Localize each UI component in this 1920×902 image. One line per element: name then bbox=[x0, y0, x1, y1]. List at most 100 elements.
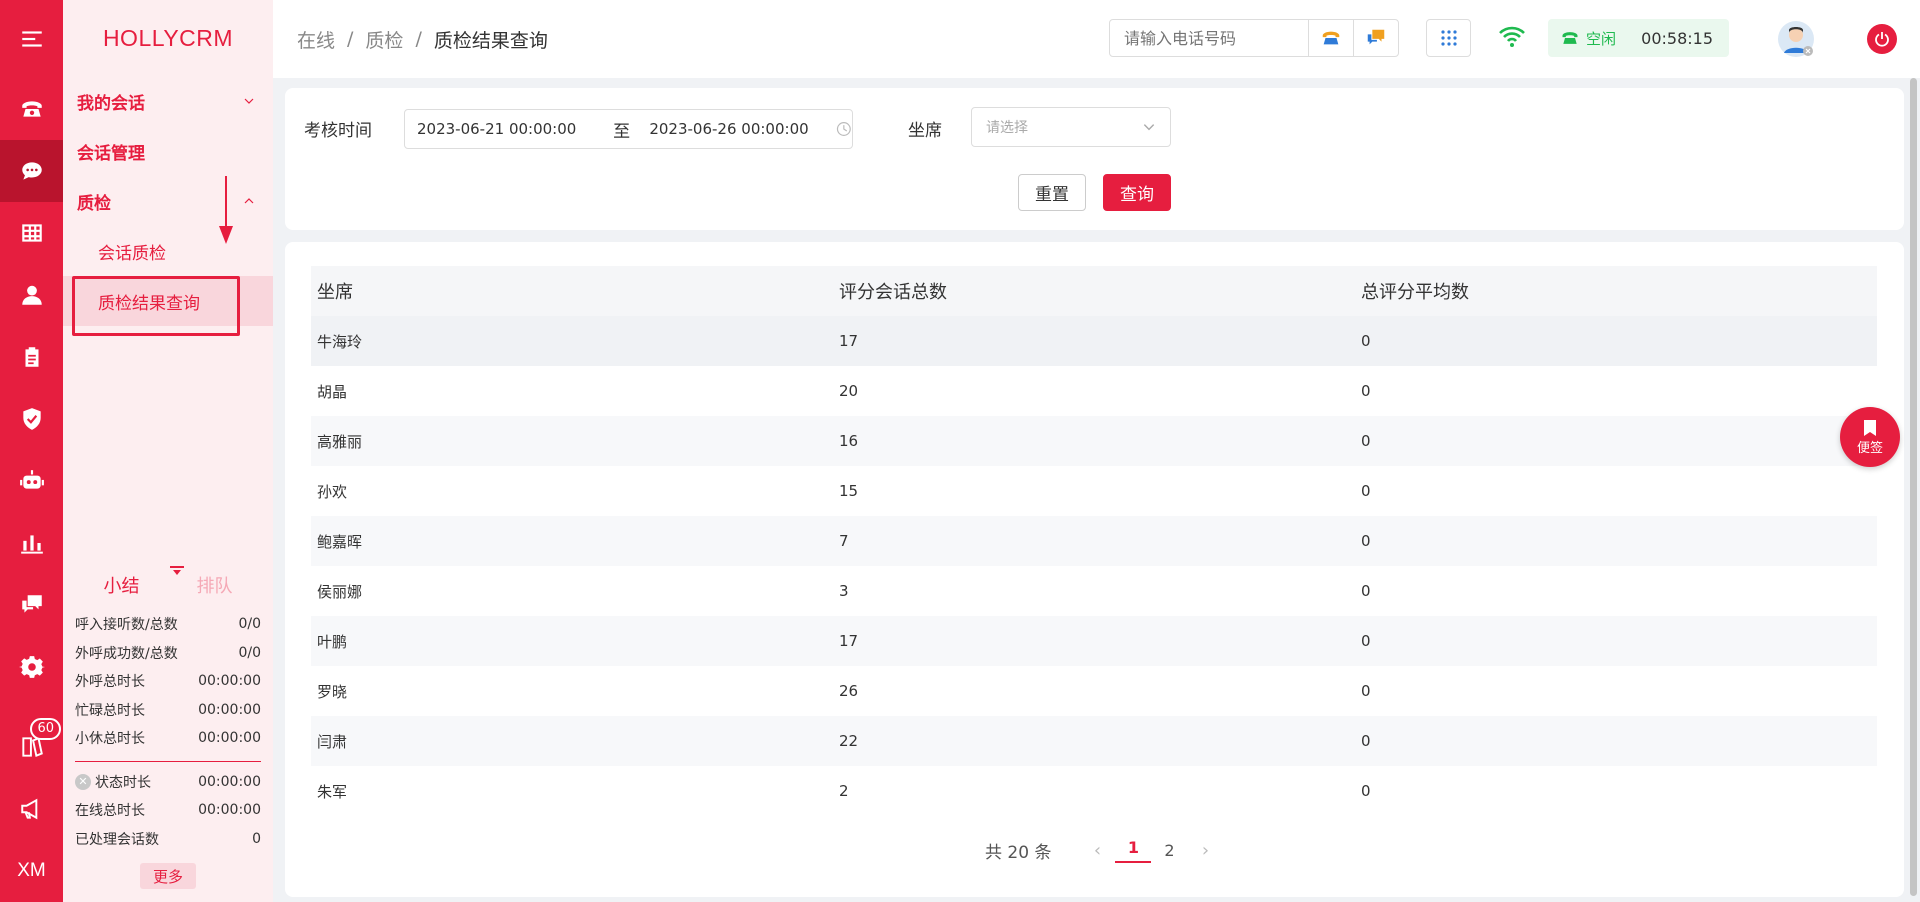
user-initials[interactable]: XM bbox=[0, 840, 63, 902]
apps-grid-button[interactable] bbox=[1426, 19, 1471, 57]
agent-status[interactable]: 空闲 00:58:15 bbox=[1548, 19, 1729, 57]
cell-average-score: 0 bbox=[1361, 732, 1371, 750]
stat-row: 忙碌总时长 00:00:00 bbox=[75, 696, 261, 725]
rail-bottom: 60 XM bbox=[0, 716, 63, 902]
icon-rail: 60 XM bbox=[0, 0, 63, 902]
robot-icon[interactable] bbox=[0, 450, 63, 512]
page-2[interactable]: 2 bbox=[1151, 841, 1187, 860]
menu-icon[interactable] bbox=[0, 0, 63, 78]
start-date[interactable]: 2023-06-21 00:00:00 bbox=[405, 120, 606, 138]
chat-icon[interactable] bbox=[0, 140, 63, 202]
avatar[interactable] bbox=[1777, 20, 1815, 58]
next-page-icon[interactable]: › bbox=[1187, 840, 1223, 861]
sidebar-group-my-sessions[interactable]: 我的会话 bbox=[63, 76, 273, 126]
cell-average-score: 0 bbox=[1361, 332, 1371, 350]
stat-label: 已处理会话数 bbox=[75, 831, 159, 848]
sidebar-group-quality[interactable]: 质检 bbox=[63, 176, 273, 226]
breadcrumb-separator: / bbox=[415, 28, 422, 50]
stat-label: 呼入接听数/总数 bbox=[75, 617, 178, 634]
cell-session-count: 16 bbox=[839, 432, 859, 450]
grid-dots-icon bbox=[1440, 30, 1457, 46]
sidebar-group-label: 我的会话 bbox=[77, 93, 145, 114]
breadcrumb-item[interactable]: 在线 bbox=[297, 26, 335, 53]
pagination: 共 20 条 ‹ 1 2 › bbox=[985, 838, 1223, 863]
cell-average-score: 0 bbox=[1361, 432, 1371, 450]
tab-summary[interactable]: 小结 bbox=[104, 572, 140, 598]
power-button[interactable] bbox=[1867, 24, 1897, 54]
agent-select[interactable]: 请选择 bbox=[971, 107, 1171, 147]
bar-chart-icon[interactable] bbox=[0, 512, 63, 574]
stat-label-text: 状态时长 bbox=[95, 774, 151, 791]
clipboard-icon[interactable] bbox=[0, 326, 63, 388]
notification-badge: 60 bbox=[30, 718, 61, 740]
chevron-down-icon bbox=[1143, 124, 1155, 131]
message-icon[interactable] bbox=[0, 574, 63, 636]
message-button[interactable] bbox=[1353, 20, 1398, 56]
sidebar-item-quality-results[interactable]: 质检结果查询 bbox=[63, 276, 273, 326]
table-row: 胡晶 20 0 bbox=[311, 366, 1877, 416]
cell-agent: 高雅丽 bbox=[317, 432, 363, 451]
filter-card: 考核时间 2023-06-21 00:00:00 至 2023-06-26 00… bbox=[285, 88, 1904, 230]
table-row: 鲍嘉晖 7 0 bbox=[311, 516, 1877, 566]
cell-agent: 胡晶 bbox=[317, 382, 348, 401]
phone-icon bbox=[1322, 31, 1340, 45]
sidebar-item-session-quality[interactable]: 会话质检 bbox=[63, 226, 273, 276]
scrollbar[interactable] bbox=[1908, 78, 1920, 902]
stat-value: 00:00:00 bbox=[198, 701, 261, 718]
cell-agent: 鲍嘉晖 bbox=[317, 532, 363, 551]
sidebar-item-label: 质检结果查询 bbox=[98, 293, 200, 314]
cell-agent: 孙欢 bbox=[317, 482, 348, 501]
cell-session-count: 7 bbox=[839, 532, 849, 550]
grid-table-icon[interactable] bbox=[0, 202, 63, 264]
cell-session-count: 3 bbox=[839, 582, 849, 600]
breadcrumb-item[interactable]: 质检 bbox=[365, 26, 403, 53]
megaphone-icon[interactable] bbox=[0, 778, 63, 840]
stat-row: 呼入接听数/总数 0/0 bbox=[75, 610, 261, 639]
cell-session-count: 20 bbox=[839, 382, 859, 400]
cell-agent: 罗晓 bbox=[317, 682, 348, 701]
search-button[interactable]: 查询 bbox=[1103, 174, 1171, 211]
page-1[interactable]: 1 bbox=[1115, 838, 1152, 863]
sidebar-group-session-management[interactable]: 会话管理 bbox=[63, 126, 273, 176]
tab-queue[interactable]: 排队 bbox=[197, 572, 233, 598]
cell-agent: 叶鹏 bbox=[317, 632, 348, 651]
stat-label: 忙碌总时长 bbox=[75, 702, 145, 719]
phone-icon[interactable] bbox=[0, 78, 63, 140]
prev-page-icon[interactable]: ‹ bbox=[1079, 840, 1115, 861]
shield-icon[interactable] bbox=[0, 388, 63, 450]
stat-row: 外呼总时长 00:00:00 bbox=[75, 667, 261, 696]
more-button[interactable]: 更多 bbox=[140, 863, 196, 889]
table-row: 闫肃 22 0 bbox=[311, 716, 1877, 766]
scrollbar-thumb[interactable] bbox=[1910, 78, 1917, 896]
phone-status-icon bbox=[1562, 32, 1578, 44]
phone-input[interactable] bbox=[1110, 20, 1308, 56]
breadcrumb-current: 质检结果查询 bbox=[433, 29, 548, 52]
gear-icon[interactable] bbox=[0, 636, 63, 698]
stat-row: 外呼成功数/总数 0/0 bbox=[75, 639, 261, 668]
cell-agent: 朱军 bbox=[317, 782, 348, 801]
reset-button[interactable]: 重置 bbox=[1018, 174, 1086, 211]
annotation-arrow bbox=[219, 176, 233, 244]
note-button[interactable]: 便签 bbox=[1840, 407, 1900, 467]
chevron-up-icon bbox=[244, 198, 254, 204]
stat-value: 0/0 bbox=[238, 644, 261, 661]
date-range-picker[interactable]: 2023-06-21 00:00:00 至 2023-06-26 00:00:0… bbox=[404, 109, 853, 149]
phone-dial-box bbox=[1109, 19, 1399, 57]
breadcrumb: 在线 / 质检 / 质检结果查询 bbox=[297, 26, 548, 53]
cell-average-score: 0 bbox=[1361, 782, 1371, 800]
call-button[interactable] bbox=[1308, 20, 1353, 56]
cell-session-count: 2 bbox=[839, 782, 849, 800]
stat-label: 在线总时长 bbox=[75, 803, 145, 820]
cell-average-score: 0 bbox=[1361, 382, 1371, 400]
close-circle-icon: ✕ bbox=[75, 773, 91, 790]
cell-session-count: 15 bbox=[839, 482, 859, 500]
status-label: 空闲 bbox=[1586, 29, 1617, 48]
stat-label: 小休总时长 bbox=[75, 731, 145, 748]
column-header-session-count: 评分会话总数 bbox=[839, 282, 947, 303]
table-row: 孙欢 15 0 bbox=[311, 466, 1877, 516]
book-icon[interactable]: 60 bbox=[0, 716, 63, 778]
end-date[interactable]: 2023-06-26 00:00:00 bbox=[637, 120, 838, 138]
user-icon[interactable] bbox=[0, 264, 63, 326]
stats-tabs: 小结 排队 bbox=[75, 560, 261, 610]
cell-average-score: 0 bbox=[1361, 632, 1371, 650]
